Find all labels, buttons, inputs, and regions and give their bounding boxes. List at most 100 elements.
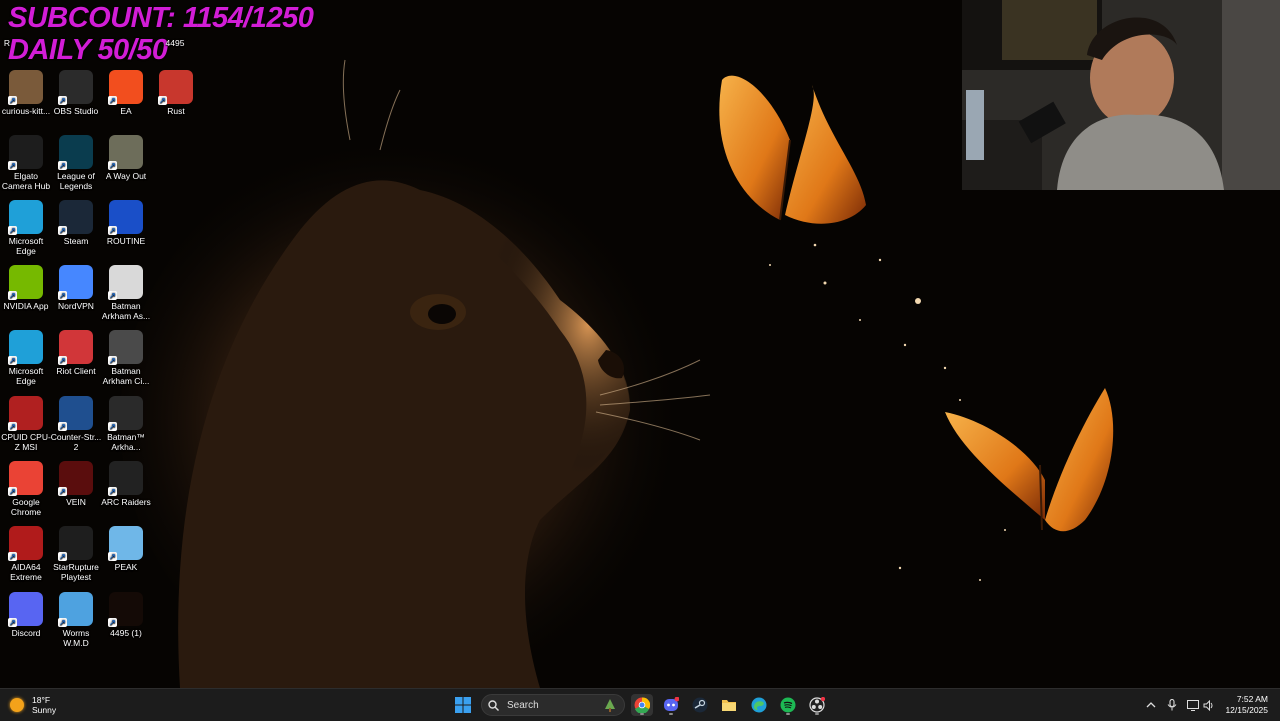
desktop-icon[interactable]: ↗ Rust <box>150 70 202 116</box>
desktop-icon-label: Rust <box>167 106 185 116</box>
desktop-icon[interactable]: ↗ Worms W.M.D <box>50 592 102 648</box>
shortcut-arrow-icon: ↗ <box>158 96 167 105</box>
running-indicator <box>815 713 819 715</box>
desktop-icon[interactable]: ↗ Batman Arkham Ci... <box>100 330 152 386</box>
desktop-icon-label: curious-kitt... <box>1 106 51 116</box>
desktop-icon[interactable]: ↗ CPUID CPU-Z MSI <box>0 396 52 452</box>
chrome-icon <box>634 697 650 713</box>
desktop-icon-label: OBS Studio <box>53 106 99 116</box>
desktop-icon[interactable]: ↗ PEAK <box>100 526 152 572</box>
taskbar-clock[interactable]: 7:52 AM 12/15/2025 <box>1225 694 1268 716</box>
desktop-icon-label: R <box>3 38 11 48</box>
shortcut-arrow-icon: ↗ <box>108 226 117 235</box>
taskbar-app-file-explorer[interactable] <box>718 694 740 716</box>
desktop-icon[interactable]: ↗ A Way Out <box>100 135 152 181</box>
desktop-icon[interactable]: ↗ curious-kitt... <box>0 70 52 116</box>
edge-icon <box>751 697 767 713</box>
elgato-camera-icon: ↗ <box>8 135 43 170</box>
desktop-icon[interactable]: ↗ ROUTINE <box>100 200 152 246</box>
desktop-icon-label: NordVPN <box>58 301 94 311</box>
shortcut-arrow-icon: ↗ <box>108 618 117 627</box>
edge-icon: ↗ <box>8 330 43 365</box>
ea-icon: ↗ <box>108 70 143 105</box>
desktop-icon[interactable]: ↗ Elgato Camera Hub <box>0 135 52 191</box>
desktop-icon[interactable]: ↗ Microsoft Edge <box>0 200 52 256</box>
desktop-icon-label: AIDA64 Extreme <box>10 562 42 582</box>
taskbar-app-steam[interactable] <box>689 694 711 716</box>
shortcut-arrow-icon: ↗ <box>58 291 67 300</box>
shortcut-arrow-icon: ↗ <box>108 161 117 170</box>
shortcut-arrow-icon: ↗ <box>8 226 17 235</box>
discord-icon: ↗ <box>8 592 43 627</box>
shortcut-arrow-icon: ↗ <box>8 356 17 365</box>
shortcut-arrow-icon: ↗ <box>58 96 67 105</box>
running-indicator <box>786 713 790 715</box>
shortcut-arrow-icon: ↗ <box>58 356 67 365</box>
taskbar-app-obs[interactable] <box>806 694 828 716</box>
clock-date: 12/15/2025 <box>1225 705 1268 715</box>
tray-microphone[interactable] <box>1165 698 1179 712</box>
desktop-icon-label: Discord <box>11 628 41 638</box>
daily-overlay: DAILY 50/50 <box>8 34 168 66</box>
desktop-icon[interactable]: ↗ Google Chrome <box>0 461 52 517</box>
shortcut-arrow-icon: ↗ <box>58 226 67 235</box>
shortcut-arrow-icon: ↗ <box>58 552 67 561</box>
taskbar-app-chrome[interactable] <box>631 694 653 716</box>
desktop-icon[interactable]: ↗ Batman Arkham As... <box>100 265 152 321</box>
network-icon <box>1187 699 1199 711</box>
taskbar-app-discord[interactable] <box>660 694 682 716</box>
desktop-icon-label: Batman Arkham As... <box>101 301 151 321</box>
routine-icon: ↗ <box>108 200 143 235</box>
desktop-icon[interactable]: ↗ Microsoft Edge <box>0 330 52 386</box>
subcount-overlay: SUBCOUNT: 1154/1250 <box>8 2 314 34</box>
desktop-icon[interactable]: ↗ EA <box>100 70 152 116</box>
start-button[interactable] <box>452 694 474 716</box>
desktop-icon-label: League of Legends <box>57 171 95 191</box>
desktop-icon[interactable]: ↗ AIDA64 Extreme <box>0 526 52 582</box>
desktop-icon[interactable]: ↗ League of Legends <box>50 135 102 191</box>
taskbar-app-spotify[interactable] <box>777 694 799 716</box>
desktop-icon[interactable]: ↗ Steam <box>50 200 102 246</box>
desktop-icon-label: Riot Client <box>56 366 96 376</box>
batman-city-icon: ↗ <box>108 330 143 365</box>
desktop-icon[interactable]: ↗ NordVPN <box>50 265 102 311</box>
desktop-icon-partial-4495[interactable]: 4495 <box>160 38 190 48</box>
desktop-icon[interactable]: ↗ ARC Raiders <box>100 461 152 507</box>
desktop-icon-label: ROUTINE <box>106 236 146 246</box>
desktop-icon[interactable]: ↗ Batman™ Arkha... <box>100 396 152 452</box>
desktop-icon[interactable]: ↗ Riot Client <box>50 330 102 376</box>
taskbar-search[interactable]: Search <box>481 694 625 716</box>
shortcut-arrow-icon: ↗ <box>108 552 117 561</box>
running-indicator <box>640 713 644 715</box>
shortcut-arrow-icon: ↗ <box>108 96 117 105</box>
edge-icon: ↗ <box>8 200 43 235</box>
desktop-icon-partial-left[interactable]: R <box>0 38 14 48</box>
taskbar-app-edge[interactable] <box>748 694 770 716</box>
desktop-icon[interactable]: ↗ Discord <box>0 592 52 638</box>
weather-condition: Sunny <box>32 705 57 715</box>
speaker-icon <box>1203 699 1213 711</box>
obs-icon <box>809 697 825 713</box>
desktop-icon[interactable]: ↗ StarRupture Playtest <box>50 526 102 582</box>
desktop-icon[interactable]: ↗ Counter-Str... 2 <box>50 396 102 452</box>
desktop-icon[interactable]: ↗ NVIDIA App <box>0 265 52 311</box>
chevron-up-icon <box>1146 702 1156 708</box>
microphone-icon <box>1167 699 1177 711</box>
shortcut-arrow-icon: ↗ <box>58 487 67 496</box>
desktop-icon-label: EA <box>120 106 132 116</box>
desktop-icon-label: NVIDIA App <box>3 301 49 311</box>
tray-network[interactable] <box>1186 698 1200 712</box>
show-hidden-icons-button[interactable] <box>1144 698 1158 712</box>
arc-raiders-icon: ↗ <box>108 461 143 496</box>
desktop-icon-label: CPUID CPU-Z MSI <box>1 432 51 452</box>
chrome-icon: ↗ <box>8 461 43 496</box>
desktop-icon[interactable]: ↗ 4495 (1) <box>100 592 152 638</box>
desktop-icon[interactable]: ↗ VEIN <box>50 461 102 507</box>
shortcut-arrow-icon: ↗ <box>8 422 17 431</box>
tray-volume[interactable] <box>1202 698 1216 712</box>
desktop-icon-label: StarRupture Playtest <box>53 562 99 582</box>
shortcut-arrow-icon: ↗ <box>8 618 17 627</box>
desktop-icon[interactable]: ↗ OBS Studio <box>50 70 102 116</box>
weather-widget[interactable]: 18°F Sunny <box>10 694 56 716</box>
discord-icon <box>664 697 679 711</box>
